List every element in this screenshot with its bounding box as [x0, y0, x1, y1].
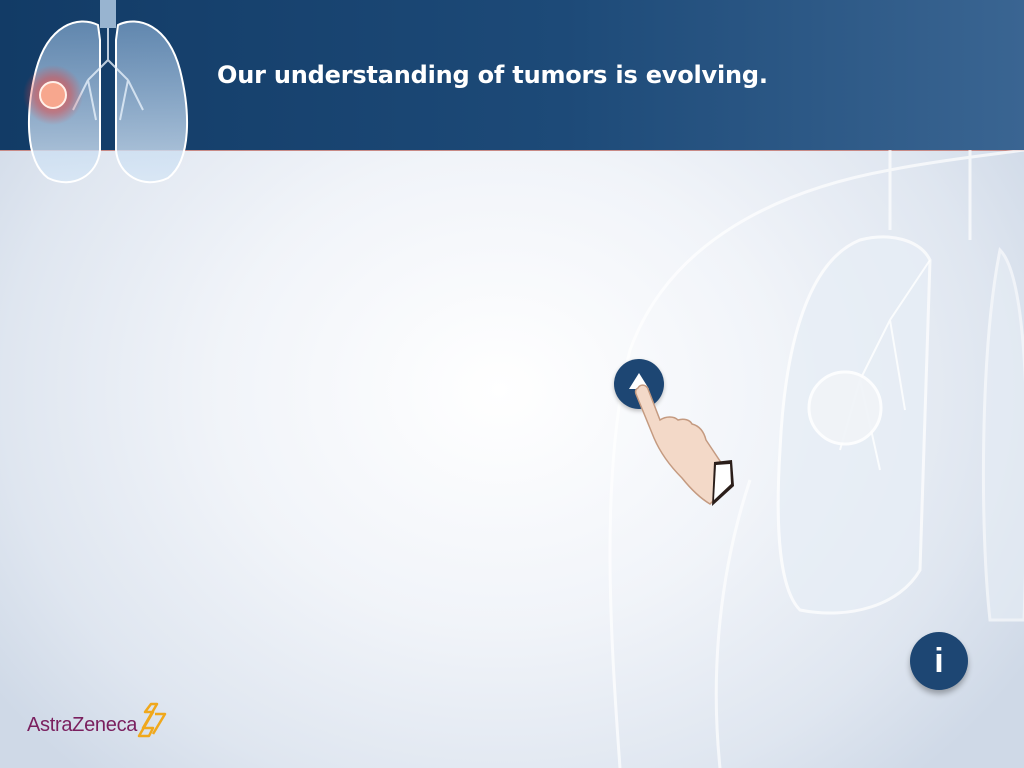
info-icon: i: [934, 642, 944, 680]
page-title: Our understanding of tumors is evolving.: [217, 61, 768, 89]
brand-logo: AstraZeneca: [27, 702, 169, 745]
brand-name: AstraZeneca: [27, 713, 138, 736]
info-button[interactable]: i: [910, 632, 968, 690]
lung-tumor-icon: [23, 0, 189, 184]
pointing-hand-icon: [634, 384, 734, 506]
astrazeneca-symbol-icon: [137, 702, 167, 738]
